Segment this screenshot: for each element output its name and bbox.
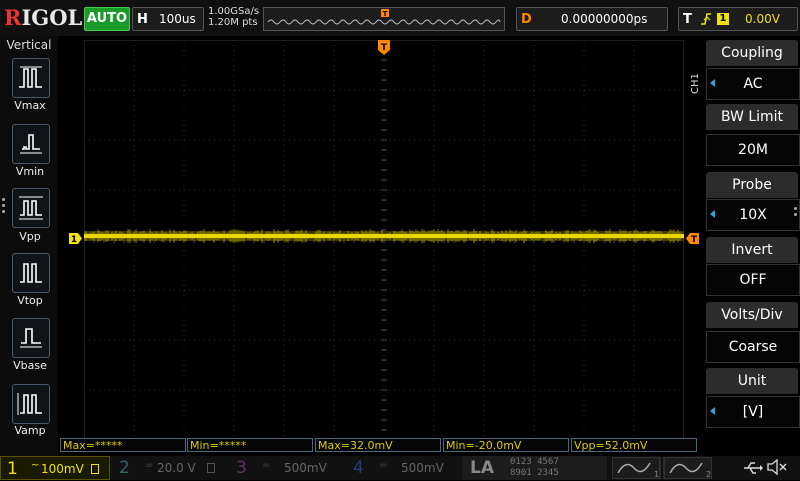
- ch3-scale: 500mV: [284, 461, 327, 475]
- mute-speaker-icon[interactable]: [766, 458, 788, 476]
- vmin-button[interactable]: [12, 124, 50, 164]
- memory-depth: 1.20M pts: [208, 17, 258, 28]
- delay-value: 0.00000000ps: [561, 12, 648, 26]
- vamp-icon: [17, 393, 42, 415]
- probe-title: Probe: [706, 172, 798, 198]
- horizontal-timebase[interactable]: H 100us: [132, 7, 204, 31]
- ch3-number: 3: [236, 458, 247, 478]
- measurement-item[interactable]: Min=*****: [187, 438, 313, 452]
- measurement-item[interactable]: Vpp=52.0mV: [571, 438, 697, 452]
- vpp-label: Vpp: [19, 230, 41, 243]
- ch2-scale: 20.0 V: [157, 461, 196, 475]
- measurement-item[interactable]: Max=32.0mV: [315, 438, 441, 452]
- dc-coupling-icon: =: [145, 460, 154, 471]
- horizontal-letter: H: [137, 12, 148, 27]
- ch1-scale: 100mV: [41, 462, 84, 476]
- svg-text:1: 1: [654, 470, 659, 479]
- ch1-number: 1: [7, 459, 18, 479]
- volts-div-title: Volts/Div: [706, 302, 798, 328]
- ch4-number: 4: [353, 458, 364, 478]
- right-page-dots: [794, 207, 798, 219]
- svg-text:1: 1: [71, 235, 77, 244]
- bw-limit-value[interactable]: 20M: [706, 134, 800, 166]
- vpp-button[interactable]: [12, 188, 50, 228]
- memory-waveform-icon: T: [267, 9, 501, 25]
- vbase-button[interactable]: [12, 318, 50, 358]
- coupling-title: Coupling: [706, 40, 798, 66]
- vbase-icon: [20, 328, 42, 348]
- probe-value[interactable]: 10X: [706, 199, 800, 231]
- svg-text:2: 2: [706, 470, 711, 479]
- memory-overview[interactable]: T: [263, 7, 505, 31]
- bw-limit-icon: [91, 464, 99, 474]
- measurement-item[interactable]: Min=-20.0mV: [443, 438, 569, 452]
- vmin-icon: [20, 134, 42, 154]
- acquisition-info: 1.00GSa/s 1.20M pts: [208, 6, 259, 28]
- sample-rate: 1.00GSa/s: [208, 6, 260, 17]
- la-digits-bottom: 8901 2345: [510, 468, 559, 478]
- unit-title: Unit: [706, 368, 798, 394]
- rigol-logo: RIGOL: [4, 5, 83, 30]
- trigger-source: 1: [717, 13, 729, 25]
- ch1-status[interactable]: 1 ~ 100mV: [0, 456, 110, 480]
- memory-trigger-letter: T: [383, 10, 388, 18]
- rising-edge-icon: [701, 13, 711, 25]
- run-status-badge[interactable]: AUTO: [84, 7, 130, 31]
- bw-limit-icon: [207, 463, 215, 473]
- la-label: LA: [470, 458, 494, 478]
- trigger-position-marker[interactable]: T: [378, 40, 390, 56]
- delay-box[interactable]: D 0.00000000ps: [516, 7, 668, 31]
- dc-coupling-icon: =: [379, 460, 388, 471]
- ch2-number: 2: [119, 458, 130, 478]
- vbase-label: Vbase: [13, 359, 47, 372]
- left-menu-title: Vertical: [6, 38, 52, 52]
- vmax-label: Vmax: [14, 99, 46, 112]
- svg-text:T: T: [691, 235, 698, 244]
- svg-text:T: T: [381, 43, 388, 53]
- vtop-icon: [20, 263, 42, 283]
- vmax-icon: [19, 66, 42, 88]
- volts-div-value[interactable]: Coarse: [706, 331, 800, 363]
- probe-select-icon: [710, 210, 715, 218]
- ch1-offset-marker[interactable]: 1: [69, 233, 82, 244]
- bw-limit-title: BW Limit: [706, 104, 798, 130]
- coupling-select-icon: [710, 79, 715, 87]
- channel-tag: CH1: [690, 73, 701, 94]
- left-page-dots: [2, 198, 6, 216]
- trigger-level-marker[interactable]: T: [686, 233, 699, 244]
- vmin-label: Vmin: [15, 165, 45, 178]
- invert-title: Invert: [706, 237, 798, 263]
- delay-letter: D: [521, 12, 532, 27]
- source-generators[interactable]: 1 2: [612, 457, 712, 479]
- vmax-button[interactable]: [12, 58, 50, 98]
- unit-select-icon: [710, 407, 715, 415]
- unit-value[interactable]: [V]: [706, 396, 800, 428]
- ac-coupling-icon: ~: [31, 460, 40, 471]
- vpp-icon: [19, 196, 43, 220]
- trigger-letter: T: [683, 12, 692, 27]
- vamp-button[interactable]: [12, 384, 50, 424]
- timebase-value: 100us: [159, 12, 196, 26]
- waveform-display[interactable]: [84, 40, 684, 440]
- trigger-level: 0.00V: [745, 12, 780, 26]
- trigger-box[interactable]: T 1 0.00V: [678, 7, 798, 31]
- usb-icon: [744, 462, 763, 474]
- measurement-item[interactable]: Max=*****: [60, 438, 186, 452]
- la-digits-top: 0123 4567: [510, 457, 559, 467]
- invert-value[interactable]: OFF: [706, 264, 800, 296]
- ch2-status[interactable]: 2 = 20.0 V: [113, 456, 223, 480]
- ch4-status[interactable]: 4 = 500mV: [347, 456, 457, 480]
- vamp-label: Vamp: [14, 424, 46, 437]
- dc-coupling-icon: =: [262, 460, 271, 471]
- coupling-value[interactable]: AC: [706, 68, 800, 100]
- vtop-label: Vtop: [17, 294, 43, 307]
- vtop-button[interactable]: [12, 253, 50, 293]
- ch3-status[interactable]: 3 = 500mV: [230, 456, 340, 480]
- la-status[interactable]: LA 0123 4567 8901 2345: [462, 456, 607, 480]
- ch4-scale: 500mV: [401, 461, 444, 475]
